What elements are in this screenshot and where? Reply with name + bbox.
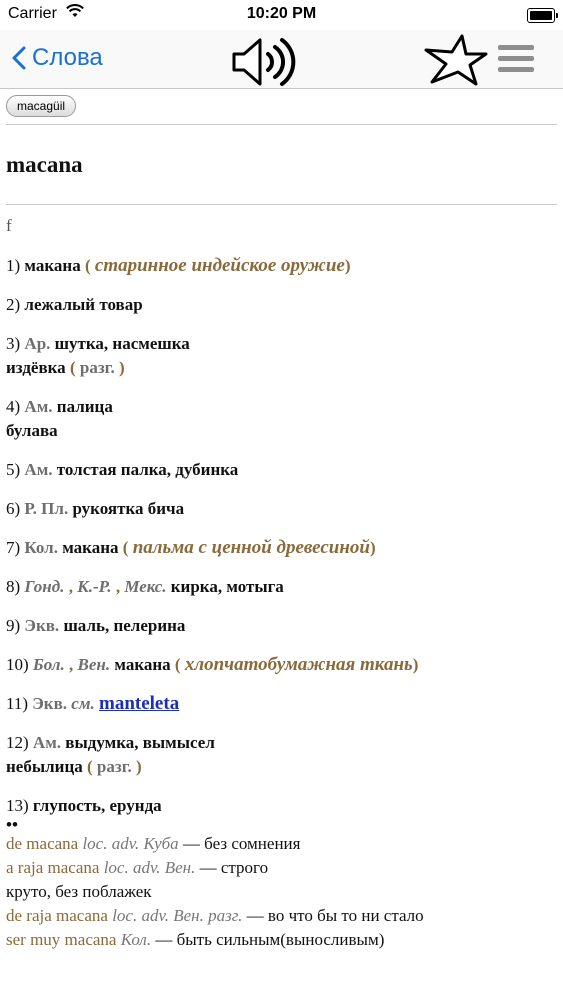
translation: булава [6, 421, 58, 440]
phrase-label: loc. adv. Вен. [103, 858, 196, 877]
sense-number: 2) [6, 295, 21, 314]
sense-item: 9) Экв. шаль, пелерина [6, 614, 559, 638]
sense-number: 8) [6, 577, 21, 596]
sense-number: 12) [6, 733, 29, 752]
phrase-item: ser muy macana Кол. — быть сильным(вынос… [6, 928, 559, 952]
sense-item: 5) Ам. толстая палка, дубинка [6, 458, 559, 482]
sense-item: 1) макана ( старинное индейское оружие) [6, 255, 351, 276]
sense-number: 5) [6, 460, 21, 479]
region-label: Ам. [32, 733, 62, 752]
cross-reference-link[interactable]: manteleta [99, 693, 179, 714]
menu-icon[interactable] [496, 44, 536, 79]
phrase-translation: — во что бы то ни стало [246, 906, 424, 925]
region-label: Кол. [24, 538, 58, 557]
sense-number: 4) [6, 397, 21, 416]
see-label: см. [71, 694, 95, 713]
region-label: Вен. [77, 655, 111, 674]
sense-item: 13) глупость, ерунда [6, 794, 559, 818]
region-label: Экв. [32, 694, 68, 713]
sense-item: 2) лежалый товар [6, 293, 559, 317]
chevron-left-icon [12, 46, 26, 70]
sense-note: пальма с ценной древесиной [132, 537, 370, 558]
sense-note: старинное индейское оружие [94, 255, 345, 276]
region-label: Бол. [32, 655, 65, 674]
phrase-item: круто, без поблажек [6, 880, 559, 904]
history-chip[interactable]: macagüil [6, 95, 77, 117]
sense-item: 4) Ам. палица булава [6, 395, 559, 443]
translation: лежалый товар [24, 295, 143, 314]
sense-number: 3) [6, 334, 21, 353]
translation: макана [114, 655, 171, 674]
translation: палица [56, 397, 113, 416]
sense-number: 6) [6, 499, 21, 518]
translation: рукоятка бича [72, 499, 185, 518]
sense-item: 11) Экв. см. manteleta [6, 692, 559, 716]
headword: macana [6, 152, 83, 177]
translation: толстая палка, дубинка [56, 460, 239, 479]
sense-number: 1) [6, 256, 21, 275]
translation: шаль, пелерина [63, 616, 186, 635]
phrase: de raja macana [6, 906, 108, 925]
sense-item: 7) Кол. макана ( пальма с ценной древеси… [6, 537, 376, 558]
phrase: a raja macana [6, 858, 100, 877]
phrase-item: de raja macana loc. adv. Вен. разг. — во… [6, 904, 559, 928]
translation: небылица [6, 757, 83, 776]
sense-item: 3) Ар. шутка, насмешка издёвка ( разг. ) [6, 334, 190, 377]
region-label: Экв. [24, 616, 60, 635]
region-label: К.-Р. [77, 577, 112, 596]
translation: выдумка, вымысел [65, 733, 215, 752]
sense-number: 11) [6, 694, 29, 713]
region-label: Ам. [24, 460, 53, 479]
phrase-label: Кол. [120, 930, 152, 949]
sense-note: хлопчатобумажная ткань [184, 654, 413, 675]
translation: макана [24, 256, 81, 275]
battery-icon [527, 8, 558, 23]
phrase-translation: — быть сильным(выносливым) [155, 930, 385, 949]
sense-number: 9) [6, 616, 21, 635]
back-button-label: Слова [32, 44, 103, 71]
translation: шутка, насмешка [54, 334, 190, 353]
phrase-item: de macana loc. adv. Куба — без сомнения [6, 832, 559, 856]
sense-item: 6) Р. Пл. рукоятка бича [6, 497, 559, 521]
entry-body: f 1) макана ( старинное индейское оружие… [6, 214, 559, 952]
phrase-separator: •• [6, 815, 18, 834]
grammar-label: f [6, 216, 12, 235]
sense-item: 8) Гонд. , К.-Р. , Мекс. кирка, мотыга [6, 577, 284, 596]
sense-number: 7) [6, 538, 21, 557]
phrase-label: loc. adv. Вен. разг. [112, 906, 243, 925]
clock: 10:20 PM [246, 5, 317, 22]
sense-item: 10) Бол. , Вен. макана ( хлопчатобумажна… [6, 654, 419, 675]
sense-item: 12) Ам. выдумка, вымысел небылица ( разг… [6, 733, 215, 776]
style-label: разг. [79, 358, 115, 377]
region-label: Гонд. [24, 577, 65, 596]
phrase-label: loc. adv. Куба [82, 834, 179, 853]
divider [6, 124, 557, 125]
status-bar: Carrier 10:20 PM [0, 0, 563, 30]
region-label: Р. Пл. [24, 499, 69, 518]
phrase-translation: — строго [199, 858, 269, 877]
region-label: Ам. [24, 397, 53, 416]
sense-number: 10) [6, 655, 29, 674]
phrase: ser muy macana [6, 930, 117, 949]
translation: макана [62, 538, 119, 557]
phrase-translation: круто, без поблажек [6, 882, 152, 901]
divider [6, 204, 557, 205]
region-label: Ар. [24, 334, 51, 353]
style-label: разг. [96, 757, 132, 776]
translation: кирка, мотыга [170, 577, 284, 596]
phrase: de macana [6, 834, 79, 853]
phrase-item: a raja macana loc. adv. Вен. — строго [6, 856, 559, 880]
speaker-icon[interactable] [230, 36, 304, 93]
translation: издёвка [6, 358, 66, 377]
sense-number: 13) [6, 796, 29, 815]
region-label: Мекс. [124, 577, 167, 596]
navigation-bar: Слова [0, 30, 563, 89]
translation: глупость, ерунда [32, 796, 162, 815]
back-button[interactable]: Слова [12, 40, 103, 76]
favorite-star-icon[interactable] [424, 34, 488, 91]
phrase-translation: — без сомнения [182, 834, 301, 853]
